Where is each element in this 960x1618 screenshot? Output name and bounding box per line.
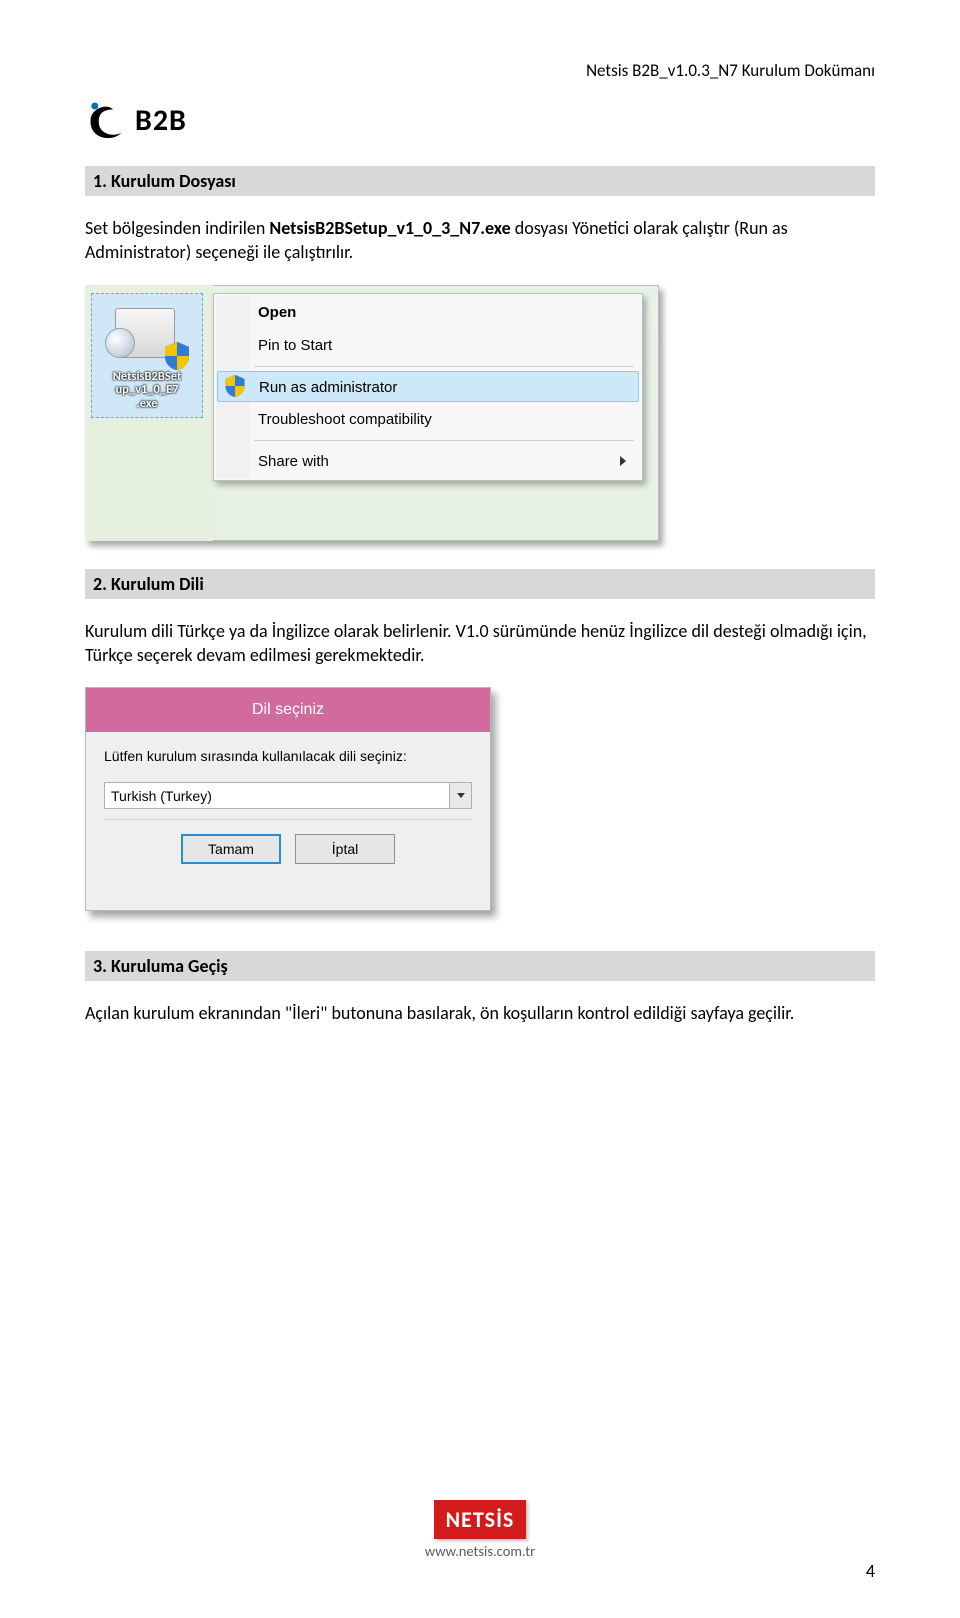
menu-label: Open — [258, 304, 296, 321]
dialog-separator — [104, 819, 472, 820]
menu-separator — [254, 440, 634, 441]
menu-item-pin-to-start[interactable]: Pin to Start — [216, 329, 640, 362]
logo-icon — [85, 99, 127, 141]
screenshot-language-dialog: Dil seçiniz Lütfen kurulum sırasında kul… — [85, 687, 501, 923]
menu-label: Run as administrator — [259, 379, 397, 396]
context-menu: Open Pin to Start Run as administrator T… — [213, 293, 643, 481]
language-dialog: Dil seçiniz Lütfen kurulum sırasında kul… — [85, 687, 491, 911]
exe-file-selected[interactable]: NetsisB2BSet up_v1_0_E7 .exe — [91, 293, 203, 418]
exe-filename-label: NetsisB2BSet up_v1_0_E7 .exe — [92, 370, 202, 411]
ok-button[interactable]: Tamam — [181, 834, 281, 864]
installer-icon — [105, 298, 189, 370]
page-footer: NETSİS www.netsis.com.tr — [0, 1500, 960, 1560]
exe-filename: NetsisB2BSetup_v1_0_3_N7.exe — [269, 217, 510, 239]
section-title-2: 2. Kurulum Dili — [85, 569, 875, 599]
logo-text: B2B — [135, 102, 187, 139]
footer-url: www.netsis.com.tr — [425, 1542, 535, 1560]
text: Set bölgesinden indirilen — [85, 217, 269, 239]
text-line: NetsisB2BSet — [113, 369, 182, 384]
uac-shield-icon — [165, 342, 189, 370]
dialog-prompt: Lütfen kurulum sırasında kullanılacak di… — [104, 748, 472, 764]
menu-label: Troubleshoot compatibility — [258, 411, 432, 428]
section-title-1: 1. Kurulum Dosyası — [85, 166, 875, 196]
page-number: 4 — [866, 1560, 875, 1582]
menu-item-troubleshoot-compatibility[interactable]: Troubleshoot compatibility — [216, 403, 640, 436]
screenshot-context-menu: NetsisB2BSet up_v1_0_E7 .exe Open Pin to… — [85, 285, 659, 541]
section-3-body: Açılan kurulum ekranından "İleri" butonu… — [85, 1001, 875, 1025]
menu-item-open[interactable]: Open — [216, 296, 640, 329]
submenu-arrow-icon — [620, 456, 626, 466]
section-2-body: Kurulum dili Türkçe ya da İngilizce olar… — [85, 619, 875, 668]
dialog-title: Dil seçiniz — [86, 688, 490, 732]
section-title-3: 3. Kuruluma Geçiş — [85, 951, 875, 981]
menu-label: Share with — [258, 453, 329, 470]
chevron-down-icon — [457, 793, 465, 798]
menu-item-run-as-administrator[interactable]: Run as administrator — [217, 371, 639, 402]
footer-brand-badge: NETSİS — [434, 1500, 527, 1539]
text-line: up_v1_0_E7 — [115, 382, 178, 397]
menu-item-share-with[interactable]: Share with — [216, 445, 640, 478]
uac-shield-icon — [224, 375, 246, 397]
document-header: Netsis B2B_v1.0.3_N7 Kurulum Dokümanı — [85, 60, 875, 81]
dropdown-selected-value: Turkish (Turkey) — [105, 788, 449, 804]
cancel-button[interactable]: İptal — [295, 834, 395, 864]
menu-separator — [254, 366, 634, 367]
text-line: .exe — [136, 396, 157, 411]
logo: B2B — [85, 99, 875, 141]
dropdown-button[interactable] — [449, 783, 471, 808]
language-dropdown[interactable]: Turkish (Turkey) — [104, 782, 472, 809]
section-1-body: Set bölgesinden indirilen NetsisB2BSetup… — [85, 216, 875, 265]
menu-label: Pin to Start — [258, 337, 332, 354]
